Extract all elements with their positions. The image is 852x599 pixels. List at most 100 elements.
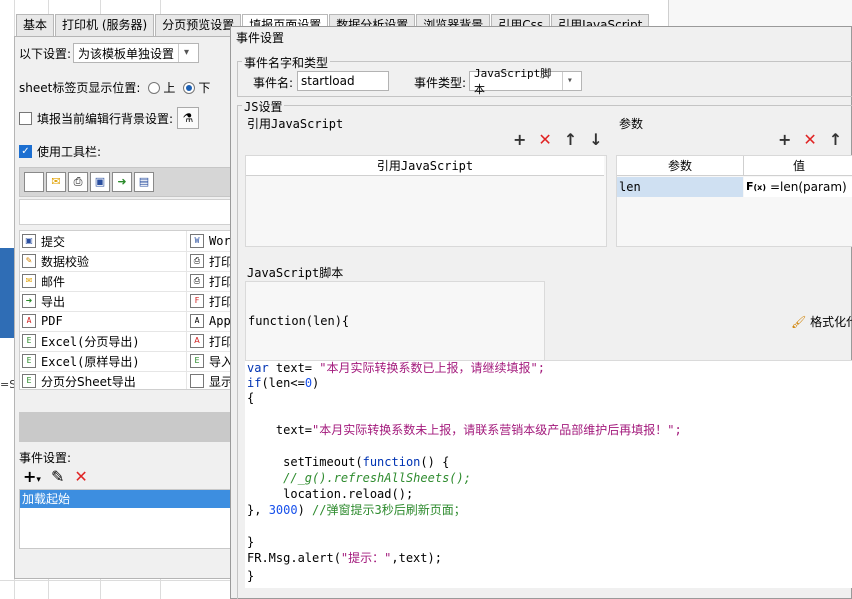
toolbar-button-import[interactable]: E 导入: [190, 351, 232, 371]
disk-icon[interactable]: ▤: [134, 172, 154, 192]
print-icon: ⎙: [190, 274, 204, 288]
bg-setting-checkbox[interactable]: [19, 111, 32, 125]
ref-js-label: 引用JavaScript: [247, 117, 344, 131]
formula-icon[interactable]: F(x): [746, 177, 766, 197]
code-line-8: //_g().refreshAllSheets();: [247, 471, 471, 485]
edit-icon[interactable]: ✎: [51, 467, 64, 486]
mail-icon[interactable]: ✉: [46, 172, 66, 192]
toolbar-button-pdf[interactable]: A PDF: [22, 311, 63, 331]
tab-page-preview[interactable]: 分页预览设置: [155, 14, 242, 36]
event-list: 加载起始: [19, 489, 233, 549]
new-page-icon[interactable]: [24, 172, 44, 192]
toolbar-button-applet[interactable]: AAppl: [190, 311, 232, 331]
code-line-1: var text= "本月实际转换系数已上报，请继续填报";: [247, 361, 545, 375]
event-name-input[interactable]: startload: [297, 71, 389, 91]
event-settings-label: 事件设置:: [19, 451, 72, 465]
format-code-button[interactable]: 🖌 格式化代: [791, 313, 852, 330]
excel-icon: E: [22, 334, 36, 348]
plus-icon[interactable]: +: [778, 130, 791, 149]
excel-icon: E: [22, 374, 36, 388]
radio-top[interactable]: [148, 81, 161, 94]
plus-icon[interactable]: +▾: [23, 467, 41, 486]
fill-page-settings-panel: 以下设置: 为该模板单独设置 ▾ sheet标签页显示位置: 上 下 填报当前编…: [14, 36, 234, 579]
background-blue-cell: [0, 248, 14, 338]
verify-icon: ✎: [22, 254, 36, 268]
param-value-cell[interactable]: F(x) =len(param): [744, 177, 852, 197]
arrow-up-icon[interactable]: ↑: [829, 130, 842, 149]
bg-setting-label: 填报当前编辑行背景设置:: [37, 111, 174, 126]
import-icon: E: [190, 354, 204, 368]
brush-icon[interactable]: ⚗: [177, 107, 200, 129]
code-line-13: FR.Msg.alert("提示：",text);: [247, 551, 442, 565]
pdf-print-icon: A: [190, 334, 204, 348]
delete-icon[interactable]: ✕: [74, 467, 87, 486]
code-editor[interactable]: var text= "本月实际转换系数已上报，请继续填报"; if(len<=0…: [245, 360, 852, 588]
setting-mode-label: 以下设置:: [19, 46, 72, 61]
toolbar-button-print-2[interactable]: ⎙ 打印: [190, 271, 232, 291]
event-item-load-start[interactable]: 加载起始: [20, 490, 232, 508]
flash-print-icon: F: [190, 294, 204, 308]
toolbar-button-excel-page[interactable]: E Excel(分页导出): [22, 331, 140, 351]
code-line-7: setTimeout(function() {: [247, 455, 450, 469]
radio-bottom[interactable]: [183, 81, 196, 94]
word-icon: W: [190, 234, 204, 248]
tab-basic[interactable]: 基本: [16, 14, 55, 36]
toolbar-button-excel-original[interactable]: E Excel(原样导出): [22, 351, 140, 371]
pdf-icon: A: [22, 314, 36, 328]
use-toolbar-checkbox[interactable]: ✓: [19, 145, 32, 158]
param-name-cell[interactable]: len: [617, 177, 743, 197]
tab-printer[interactable]: 打印机 (服务器): [55, 14, 155, 36]
ref-js-tools: + ✕ ↑ ↓: [513, 130, 603, 149]
brush-icon: 🖌: [791, 315, 807, 329]
toolbar-button-export[interactable]: ➜ 导出: [22, 291, 65, 311]
use-toolbar-label: 使用工具栏:: [37, 145, 102, 159]
toolbar-button-submit[interactable]: ▣ 提交: [22, 231, 65, 251]
param-name-column-header: 参数: [617, 156, 743, 176]
toolbar-gray-bar: [19, 412, 233, 442]
arrow-up-icon[interactable]: ↑: [564, 130, 577, 149]
toolbar-button-print-4[interactable]: A 打印: [190, 331, 232, 351]
toolbar-preview: ✉ ⎙ ▣ ➜ ▤: [19, 167, 233, 197]
params-label: 参数: [619, 117, 644, 131]
setting-mode-value: 为该模板单独设置: [78, 46, 175, 61]
export-icon[interactable]: ➜: [112, 172, 132, 192]
delete-icon[interactable]: ✕: [803, 130, 816, 149]
event-type-label: 事件类型:: [414, 76, 467, 90]
name-type-group-title: 事件名字和类型: [242, 54, 331, 71]
arrow-down-icon[interactable]: ↓: [589, 130, 602, 149]
delete-icon[interactable]: ✕: [538, 130, 551, 149]
code-line-3: {: [247, 391, 255, 405]
toolbar-button-print-3[interactable]: F 打印: [190, 291, 232, 311]
save-icon[interactable]: ▣: [90, 172, 110, 192]
print-icon[interactable]: ⎙: [68, 172, 88, 192]
toolbar-button-mail[interactable]: ✉ 邮件: [22, 271, 65, 291]
radio-top-label: 上: [163, 81, 176, 95]
code-line-14: }: [247, 569, 255, 583]
mail-icon: ✉: [22, 274, 36, 288]
params-tools: + ✕ ↑: [778, 130, 842, 149]
js-settings-group-title: JS设置: [242, 98, 285, 115]
dialog-title: 事件设置: [231, 27, 851, 49]
sheet-tab-position-label: sheet标签页显示位置:: [19, 81, 141, 95]
event-tools: +▾ ✎ ✕: [23, 467, 88, 486]
code-line-12: }: [247, 535, 255, 549]
toolbar-button-sheet-export[interactable]: E 分页分Sheet导出: [22, 371, 136, 391]
params-table: 参数 值 len F(x) =len(param): [616, 155, 852, 247]
toolbar-button-print-1[interactable]: ⎙ 打印: [190, 251, 232, 271]
code-line-9: location.reload();: [247, 487, 414, 501]
event-type-select[interactable]: JavaScript脚本 ▾: [469, 67, 582, 96]
event-type-value: JavaScript脚本: [474, 67, 552, 96]
submit-icon: ▣: [22, 234, 36, 248]
toolbar-button-show[interactable]: 显示: [190, 371, 232, 391]
setting-mode-row: 以下设置: 为该模板单独设置 ▾: [19, 43, 200, 63]
code-line-2: if(len<=0): [247, 376, 320, 390]
toolbar-button-verify[interactable]: ✎ 数据校验: [22, 251, 89, 271]
code-line-5: text="本月实际转换系数未上报，请联系营销本级产品部维护后再填报！";: [247, 423, 682, 437]
param-value-column-header: 值: [744, 156, 852, 176]
plus-icon[interactable]: +: [513, 130, 526, 149]
toolbar-buttons-grid: ▣ 提交 ✎ 数据校验 ✉ 邮件 ➜ 导出 A PDF E Excel(分页导出) E Exc…: [19, 230, 233, 390]
setting-mode-select[interactable]: 为该模板单独设置 ▾: [73, 43, 200, 63]
toolbar-button-word[interactable]: WWord: [190, 231, 232, 251]
print-icon: ⎙: [190, 254, 204, 268]
chevron-down-icon: ▾: [178, 44, 194, 62]
